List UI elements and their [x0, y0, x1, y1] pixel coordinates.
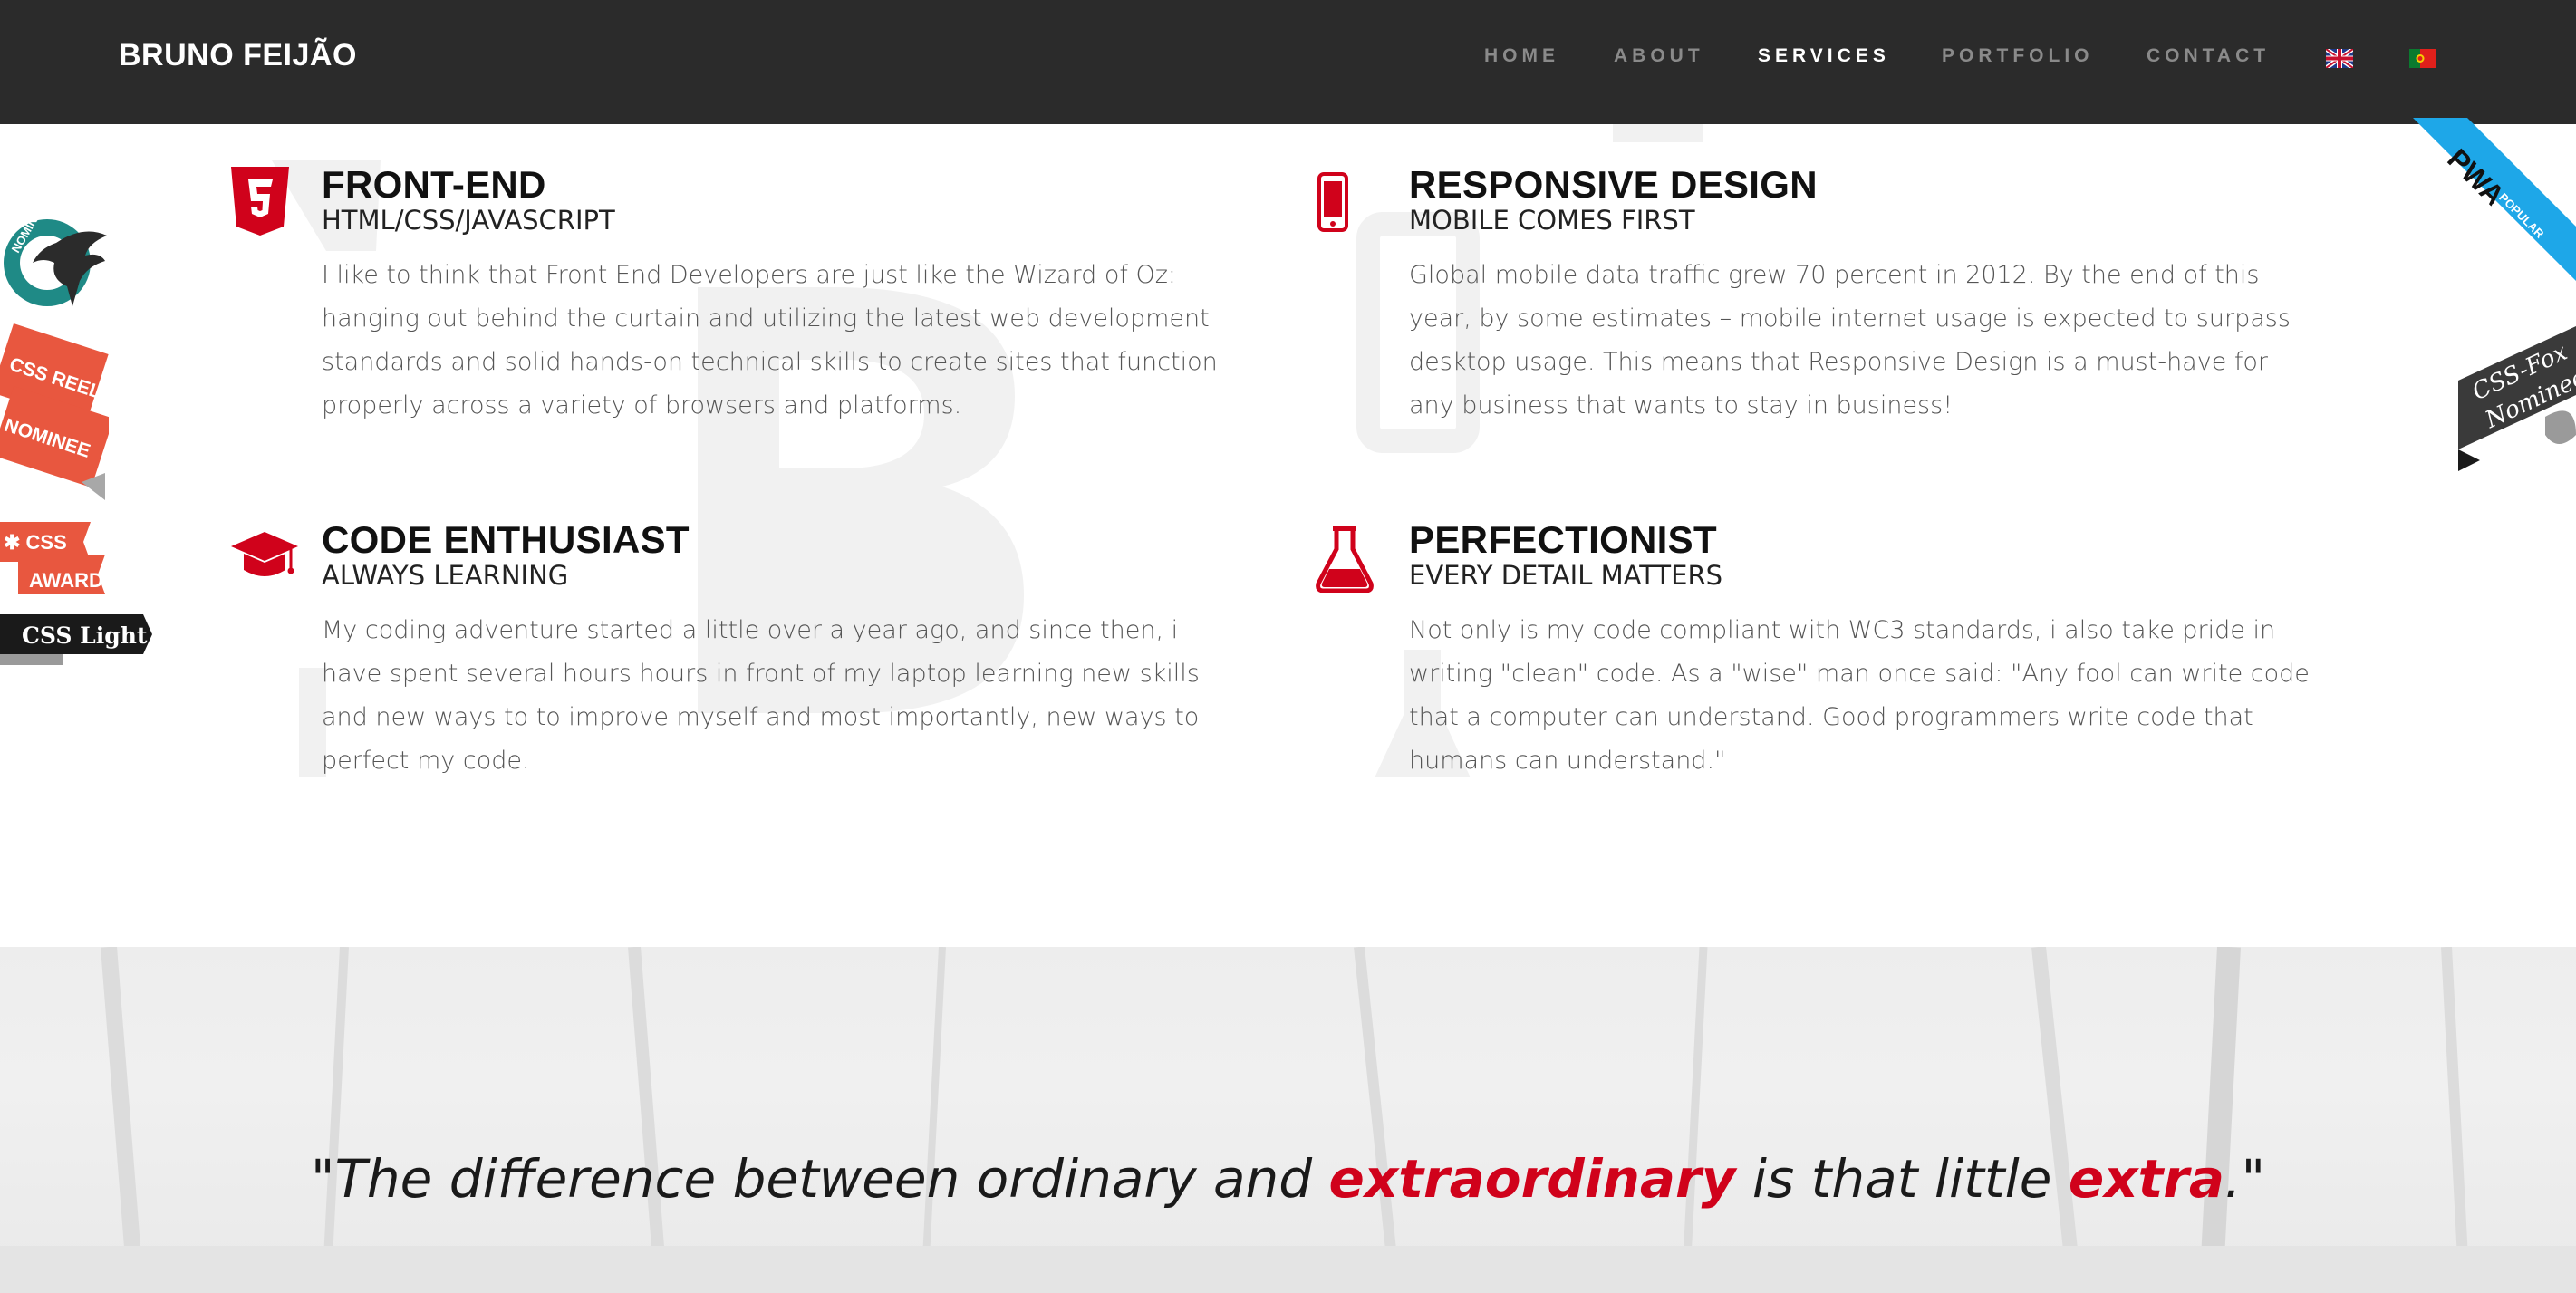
quote-middle: is that little	[1735, 1148, 2069, 1210]
css-award-line2: AWARD	[29, 569, 103, 592]
html5-icon	[231, 167, 289, 239]
graduation-cap-icon	[231, 530, 298, 590]
nav-link-portfolio[interactable]: PORTFOLIO	[1942, 45, 2094, 67]
quote-section: "The difference between ordinary and ext…	[0, 947, 2576, 1293]
brand-logo-link[interactable]: BRUNO FEIJÃO	[119, 38, 357, 73]
css-award-badge[interactable]: ✱ CSS AWARD	[0, 518, 109, 600]
service-body-code-enthusiast: My coding adventure started a little ove…	[322, 616, 1200, 775]
flag-portugal-icon[interactable]	[2409, 49, 2436, 68]
mobile-phone-icon	[1317, 172, 1348, 236]
flag-uk-icon[interactable]	[2324, 46, 2355, 71]
css-fox-nominee-ribbon[interactable]: CSS-Fox Nominee	[2458, 326, 2576, 484]
service-body-front-end: I like to think that Front End Developer…	[322, 261, 1218, 420]
nominee-hummingbird-badge[interactable]: NOMINEE	[0, 200, 109, 321]
quote-highlight-extra: extra	[2068, 1148, 2225, 1210]
nav-link-home[interactable]: HOME	[1484, 45, 1559, 67]
service-subtitle-perfectionist: EVERY DETAIL MATTERS	[1409, 560, 1723, 591]
service-title-perfectionist: PERFECTIONIST	[1409, 518, 1717, 561]
css-light-label: CSS Light	[22, 622, 148, 649]
service-title-front-end: FRONT-END	[322, 163, 546, 206]
css-reel-nominee-badge[interactable]: CSS REEL NOMINEE	[0, 319, 114, 515]
service-body-perfectionist: Not only is my code compliant with WC3 s…	[1409, 616, 2310, 775]
css-award-line1: ✱ CSS	[4, 531, 67, 554]
service-subtitle-code-enthusiast: ALWAYS LEARNING	[322, 560, 569, 591]
quote-highlight-extraordinary: extraordinary	[1328, 1148, 1736, 1210]
service-body-responsive-design: Global mobile data traffic grew 70 perce…	[1409, 261, 2291, 420]
top-navbar: BRUNO FEIJÃO HOME ABOUT SERVICES PORTFOL…	[0, 0, 2576, 124]
nav-link-contact[interactable]: CONTACT	[2147, 45, 2270, 67]
pwa-popular-website-award-ribbon[interactable]: PWA POPULAR WEBSITE AWARD	[2395, 118, 2576, 303]
quote-text: "The difference between ordinary and ext…	[0, 1148, 2576, 1210]
quote-open: "The difference between ordinary and	[310, 1148, 1329, 1210]
services-section: FRONT-END HTML/CSS/JAVASCRIPT I like to …	[0, 124, 2576, 947]
flask-icon	[1315, 524, 1375, 596]
service-subtitle-responsive-design: MOBILE COMES FIRST	[1409, 205, 1695, 236]
css-light-badge[interactable]: CSS Light	[0, 609, 156, 669]
service-title-responsive-design: RESPONSIVE DESIGN	[1409, 163, 1818, 206]
quote-close: ."	[2224, 1148, 2266, 1210]
service-subtitle-front-end: HTML/CSS/JAVASCRIPT	[322, 205, 615, 236]
nav-link-services[interactable]: SERVICES	[1758, 45, 1890, 67]
forest-background-image	[0, 947, 2576, 1293]
service-title-code-enthusiast: CODE ENTHUSIAST	[322, 518, 690, 561]
nav-link-about[interactable]: ABOUT	[1614, 45, 1704, 67]
